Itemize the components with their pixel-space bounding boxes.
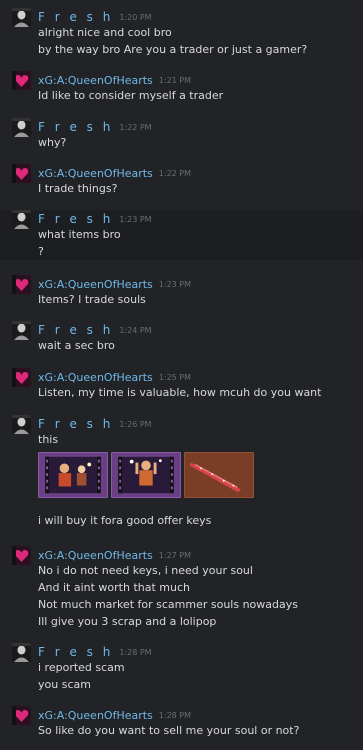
message-text: wait a sec bro: [38, 339, 115, 352]
timestamp: 1:28 PM: [119, 648, 152, 657]
item-link[interactable]: [184, 452, 254, 498]
timestamp: 1:25 PM: [158, 373, 192, 382]
sender-name[interactable]: xG:A:QueenOfHearts: [38, 709, 153, 722]
timestamp: 1:26 PM: [119, 420, 152, 429]
timestamp: 1:22 PM: [119, 123, 152, 132]
sender-name[interactable]: xG:A:QueenOfHearts: [38, 278, 153, 291]
avatar-queen[interactable]: [12, 368, 31, 387]
item-links: [38, 452, 359, 498]
avatar-fresh[interactable]: [12, 210, 31, 229]
avatar-queen[interactable]: [12, 71, 31, 90]
message-text: Listen, my time is valuable, how mcuh do…: [38, 386, 322, 399]
timestamp: 1:23 PM: [158, 280, 192, 289]
message-text: i will buy it fora good offer keys: [38, 514, 212, 527]
item-link[interactable]: [111, 452, 181, 498]
message-text: So like do you want to sell me your soul…: [38, 724, 300, 737]
avatar-fresh[interactable]: [12, 643, 31, 662]
avatar-fresh[interactable]: [12, 8, 31, 27]
timestamp: 1:22 PM: [158, 169, 192, 178]
avatar-fresh[interactable]: [12, 415, 31, 434]
message-text: Items? I trade souls: [38, 293, 146, 306]
message-text: by the way bro Are you a trader or just …: [38, 43, 308, 56]
sender-name[interactable]: F r e s h: [38, 212, 113, 226]
message-text: you scam: [38, 678, 91, 691]
sender-name[interactable]: xG:A:QueenOfHearts: [38, 549, 153, 562]
avatar-queen[interactable]: [12, 706, 31, 725]
sender-name[interactable]: F r e s h: [38, 120, 113, 134]
avatar-queen[interactable]: [12, 275, 31, 294]
message-text: Ill give you 3 scrap and a lolipop: [38, 615, 217, 628]
sender-name[interactable]: F r e s h: [38, 417, 113, 431]
message-text: And it aint worth that much: [38, 581, 190, 594]
chat-log: F r e s h 1:20 PM alright nice and cool b…: [0, 0, 363, 750]
message-text: why?: [38, 136, 67, 149]
sender-name[interactable]: F r e s h: [38, 10, 113, 24]
message-text: i reported scam: [38, 661, 125, 674]
message-text: this: [38, 433, 59, 446]
timestamp: 1:24 PM: [119, 326, 152, 335]
sender-name[interactable]: xG:A:QueenOfHearts: [38, 167, 153, 180]
timestamp: 1:21 PM: [158, 76, 192, 85]
avatar-queen[interactable]: [12, 164, 31, 183]
timestamp: 1:23 PM: [119, 215, 152, 224]
avatar-fresh[interactable]: [12, 118, 31, 137]
timestamp: 1:27 PM: [158, 551, 192, 560]
message-text: alright nice and cool bro: [38, 26, 172, 39]
sender-name[interactable]: F r e s h: [38, 323, 113, 337]
sender-name[interactable]: xG:A:QueenOfHearts: [38, 371, 153, 384]
avatar-queen[interactable]: [12, 546, 31, 565]
message-text: Id like to consider myself a trader: [38, 89, 224, 102]
timestamp: 1:20 PM: [119, 13, 152, 22]
avatar-fresh[interactable]: [12, 321, 31, 340]
message-group: F r e s h 1:23 PM what items bro ?: [0, 210, 363, 260]
message-text: No i do not need keys, i need your soul: [38, 564, 253, 577]
message-text: ?: [38, 245, 44, 258]
message-text: I trade things?: [38, 182, 118, 195]
sender-name[interactable]: F r e s h: [38, 645, 113, 659]
sender-name[interactable]: xG:A:QueenOfHearts: [38, 74, 153, 87]
message-text: Not much market for scammer souls nowada…: [38, 598, 298, 611]
item-link[interactable]: [38, 452, 108, 498]
timestamp: 1:28 PM: [158, 711, 192, 720]
message-text: what items bro: [38, 228, 121, 241]
